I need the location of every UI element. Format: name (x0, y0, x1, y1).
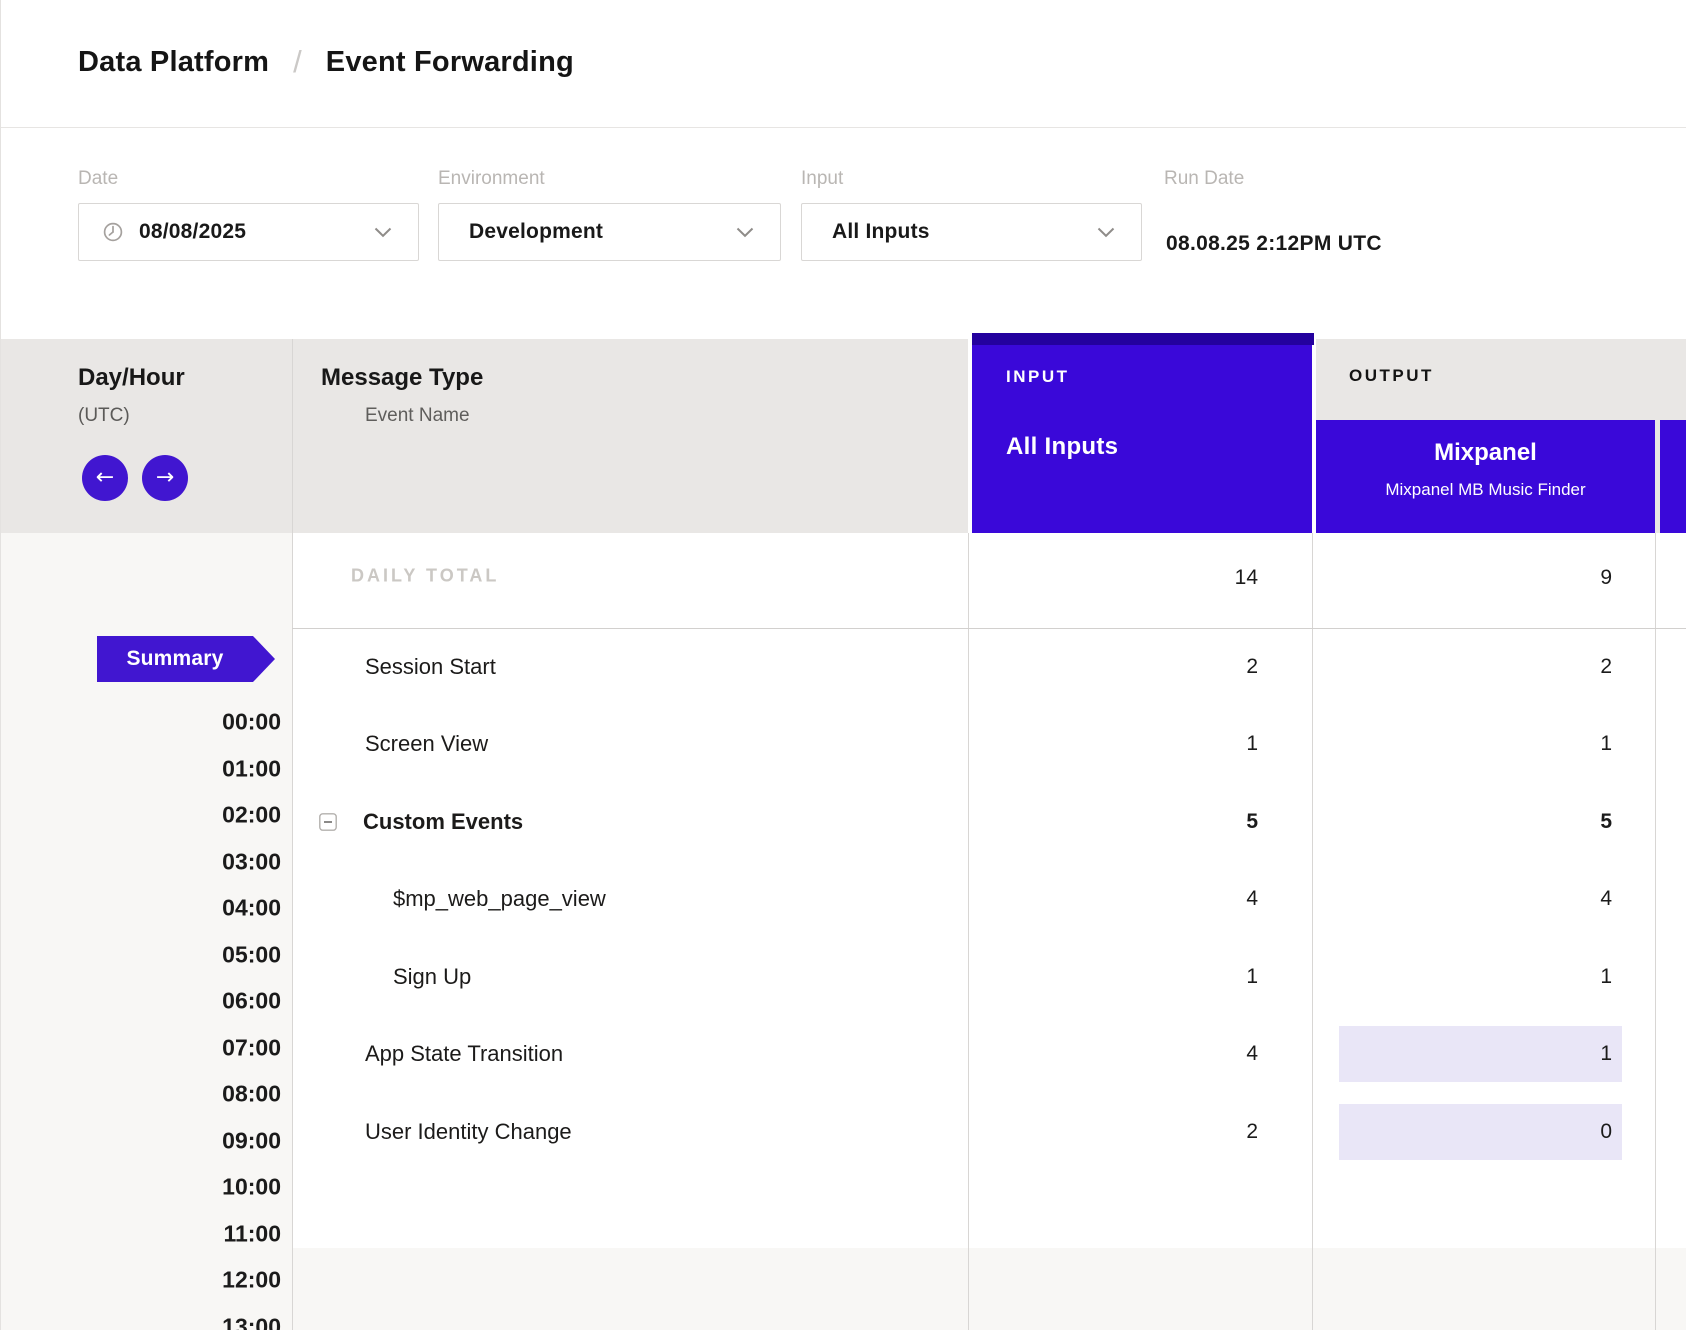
date-select[interactable]: 08/08/2025 (78, 203, 419, 261)
arrow-left-icon: ← (96, 467, 114, 489)
output-count-user-identity-change: 0 (1600, 1120, 1612, 1144)
hour-row-0700[interactable]: 07:00 (1, 1034, 281, 1061)
row-label-user-identity-change: User Identity Change (365, 1119, 572, 1145)
hour-row-0200[interactable]: 02:00 (1, 802, 281, 829)
hour-row-0300[interactable]: 03:00 (1, 848, 281, 875)
collapse-minus-icon[interactable] (319, 813, 337, 831)
input-filter-label: Input (801, 168, 843, 190)
clock-icon (101, 220, 125, 244)
daily-total-input-value: 14 (1235, 566, 1258, 590)
hour-row-0400[interactable]: 04:00 (1, 895, 281, 922)
hour-row-1200[interactable]: 12:00 (1, 1267, 281, 1294)
prev-day-button[interactable]: ← (82, 455, 128, 501)
output-count-screen-view: 1 (1600, 732, 1612, 756)
next-output-column-partial (1660, 420, 1686, 533)
output-column-header[interactable]: Mixpanel Mixpanel MB Music Finder (1316, 420, 1655, 533)
row-label-mp-web-page-view: $mp_web_page_view (393, 886, 606, 912)
environment-select-value: Development (469, 220, 603, 244)
input-count-mp-web-page-view: 4 (1246, 887, 1258, 911)
chevron-down-icon (1097, 227, 1115, 238)
breadcrumb-data-platform[interactable]: Data Platform (78, 46, 269, 79)
breadcrumb: Data Platform / Event Forwarding (78, 44, 574, 80)
input-count-user-identity-change: 2 (1246, 1120, 1258, 1144)
hour-row-0900[interactable]: 09:00 (1, 1127, 281, 1154)
column-divider (968, 533, 969, 1330)
day-hour-title: Day/Hour (78, 364, 185, 392)
column-divider (1312, 533, 1313, 1330)
hour-row-0800[interactable]: 08:00 (1, 1081, 281, 1108)
input-select[interactable]: All Inputs (801, 203, 1142, 261)
row-label-custom-events: Custom Events (363, 809, 523, 835)
column-divider (292, 339, 293, 1330)
daily-total-divider (292, 628, 1686, 629)
breadcrumb-separator: / (287, 44, 308, 80)
hour-row-1000[interactable]: 10:00 (1, 1174, 281, 1201)
output-count-sign-up: 1 (1600, 965, 1612, 989)
daily-total-output-value: 9 (1600, 566, 1612, 590)
input-column-name: All Inputs (1006, 433, 1118, 461)
column-divider (1655, 533, 1656, 1330)
chevron-down-icon (736, 227, 754, 238)
day-hour-subtitle: (UTC) (78, 405, 130, 427)
output-count-app-state-transition: 1 (1600, 1042, 1612, 1066)
next-day-button[interactable]: → (142, 455, 188, 501)
input-count-sign-up: 1 (1246, 965, 1258, 989)
input-count-custom-events: 5 (1246, 810, 1258, 834)
input-section-label: INPUT (1006, 367, 1070, 387)
hour-row-0600[interactable]: 06:00 (1, 988, 281, 1015)
top-bar: Data Platform / Event Forwarding (1, 0, 1686, 128)
input-count-screen-view: 1 (1246, 732, 1258, 756)
hour-row-0000[interactable]: 00:00 (1, 709, 281, 736)
input-select-value: All Inputs (832, 220, 930, 244)
input-count-app-state-transition: 4 (1246, 1042, 1258, 1066)
output-connector-name: Mixpanel (1316, 439, 1655, 467)
date-select-value: 08/08/2025 (139, 220, 246, 244)
environment-filter-label: Environment (438, 168, 545, 190)
hour-row-0500[interactable]: 05:00 (1, 941, 281, 968)
summary-tab[interactable]: Summary (97, 636, 253, 682)
run-date-value: 08.08.25 2:12PM UTC (1166, 232, 1382, 256)
output-connection-name: Mixpanel MB Music Finder (1316, 480, 1655, 500)
input-count-session-start: 2 (1246, 655, 1258, 679)
arrow-right-icon: → (156, 467, 174, 489)
dropped-output-cell-highlight (1339, 1104, 1622, 1160)
breadcrumb-event-forwarding: Event Forwarding (326, 46, 574, 79)
input-column-header: INPUT All Inputs (972, 345, 1312, 533)
dropped-output-cell-highlight (1339, 1026, 1622, 1082)
hour-row-1300[interactable]: 13:00 (1, 1313, 281, 1330)
output-count-session-start: 2 (1600, 655, 1612, 679)
summary-tab-label: Summary (97, 647, 253, 671)
output-count-custom-events: 5 (1600, 810, 1612, 834)
chevron-down-icon (374, 227, 392, 238)
daily-total-label: DAILY TOTAL (351, 566, 499, 587)
run-date-label: Run Date (1164, 168, 1244, 190)
output-section-label: OUTPUT (1349, 366, 1434, 386)
table-footer-area (292, 1248, 1686, 1330)
summary-tab-arrow (253, 636, 275, 682)
row-label-sign-up: Sign Up (393, 964, 471, 990)
input-column-top-strip (972, 333, 1314, 345)
date-filter-label: Date (78, 168, 118, 190)
hour-row-1100[interactable]: 11:00 (1, 1220, 281, 1247)
row-label-screen-view: Screen View (365, 731, 488, 757)
event-name-subtitle: Event Name (365, 405, 470, 427)
message-type-title: Message Type (321, 364, 483, 392)
row-label-session-start: Session Start (365, 654, 496, 680)
environment-select[interactable]: Development (438, 203, 781, 261)
row-label-app-state-transition: App State Transition (365, 1041, 563, 1067)
output-count-mp-web-page-view: 4 (1600, 887, 1612, 911)
event-forwarding-page: Data Platform / Event Forwarding Date En… (0, 0, 1686, 1330)
hour-row-0100[interactable]: 01:00 (1, 755, 281, 782)
